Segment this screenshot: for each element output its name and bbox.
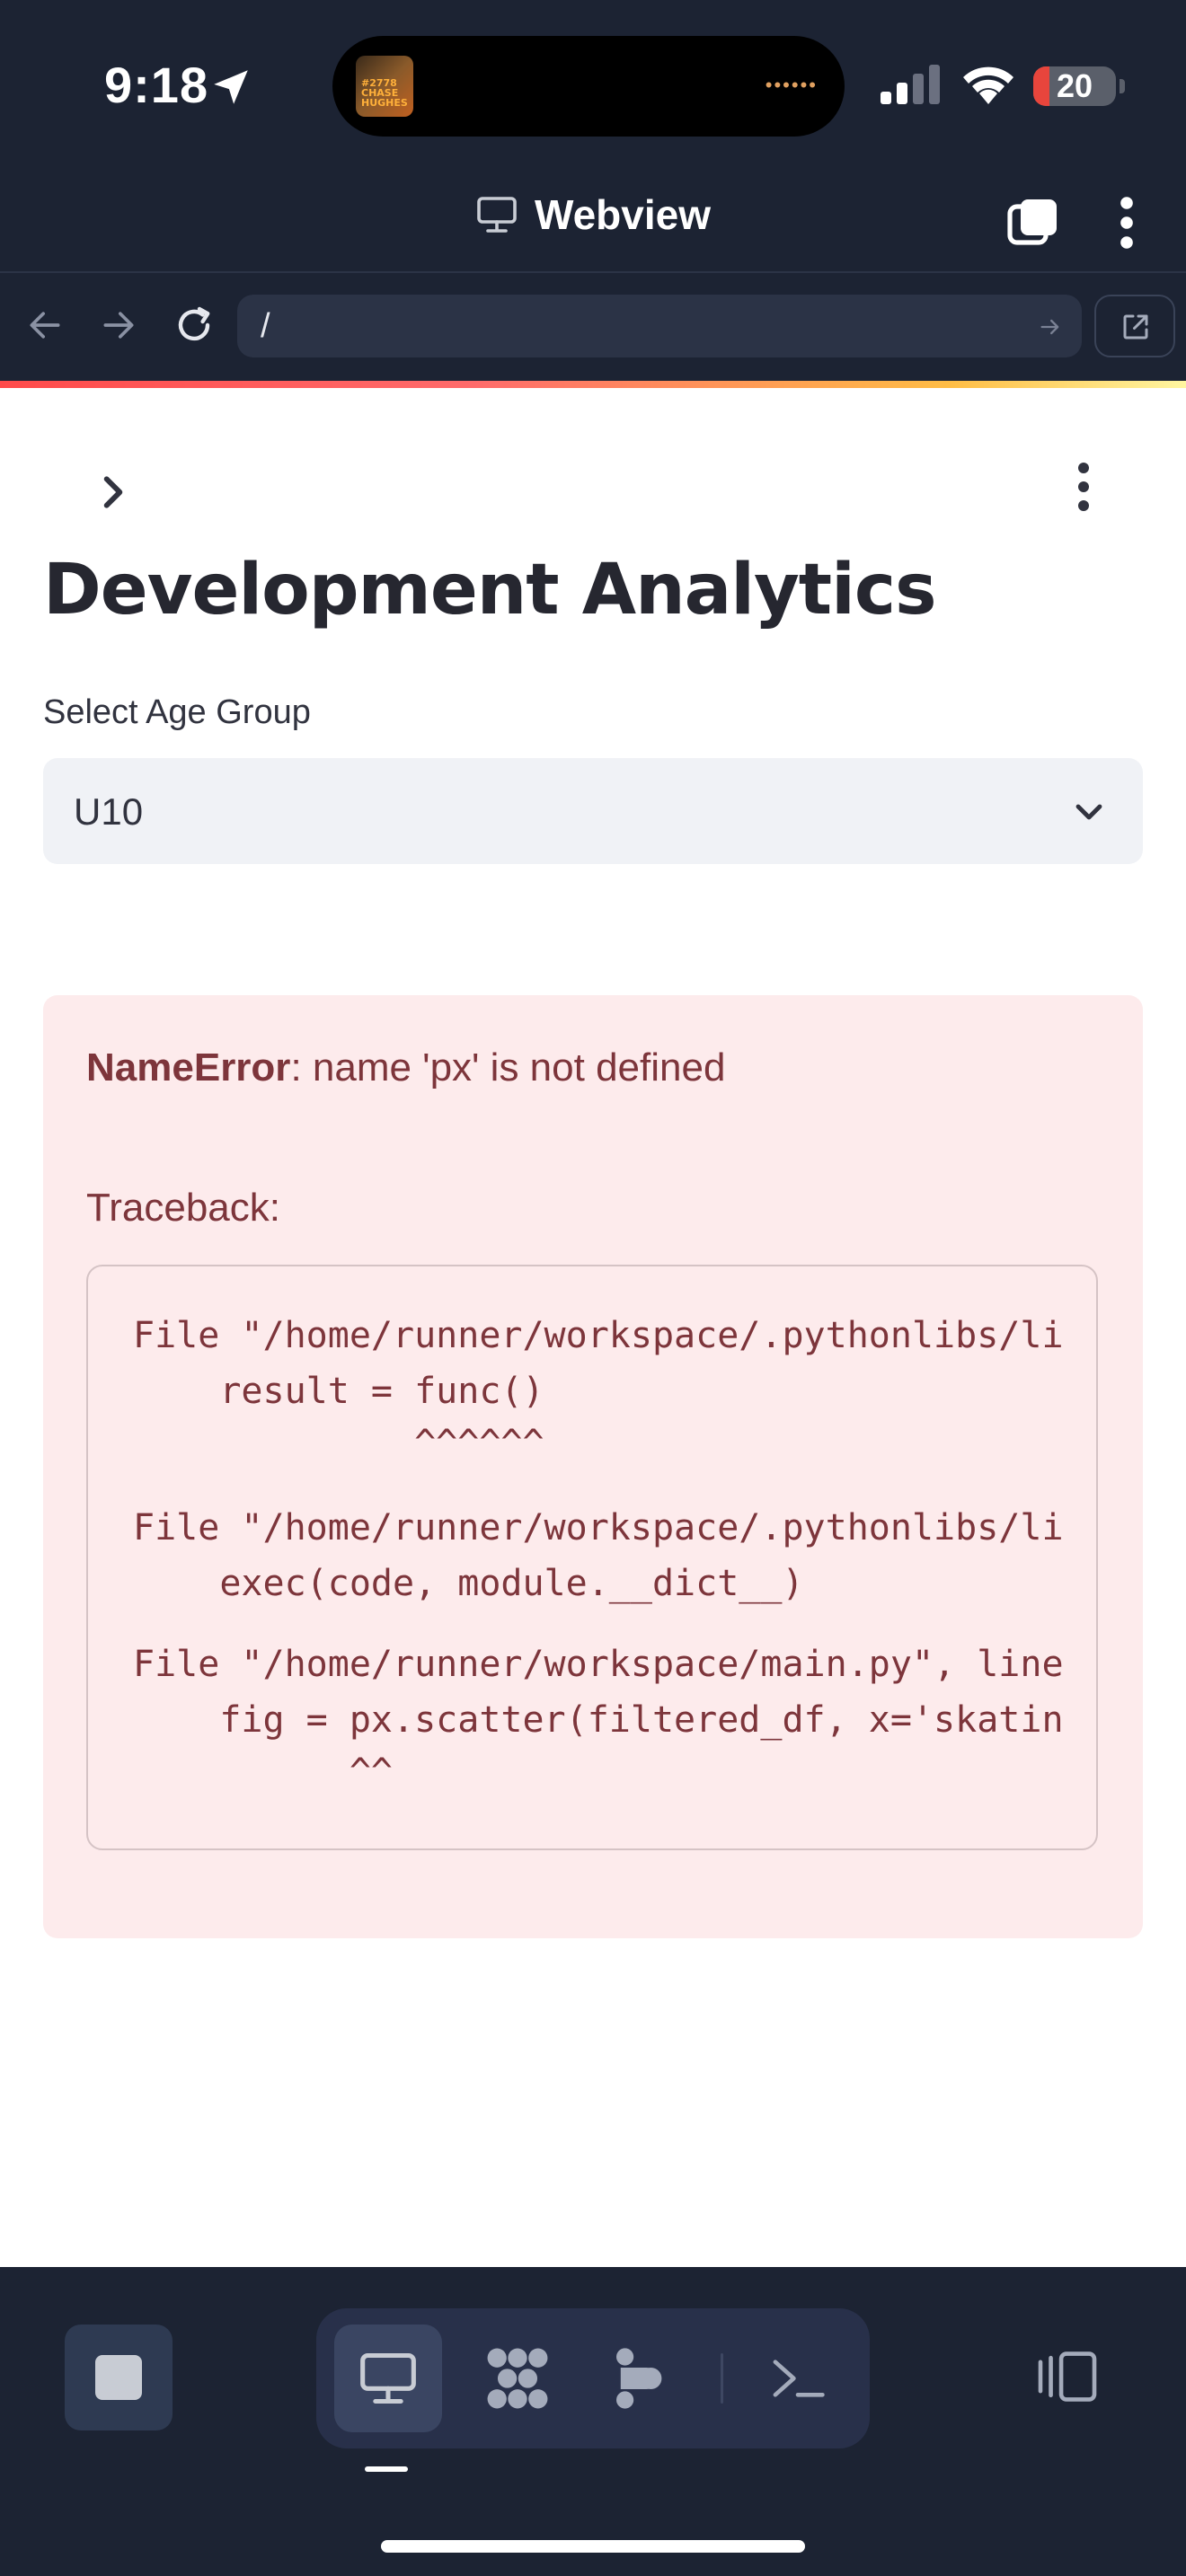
webview-content: Development Analytics Select Age Group U… (0, 388, 1186, 2267)
bottom-toolbar (0, 2267, 1186, 2576)
audio-activity-icon: •••••• (765, 74, 818, 96)
stop-button[interactable] (65, 2325, 173, 2430)
status-time: 9:18 (104, 57, 209, 113)
age-group-select[interactable]: U10 (43, 758, 1143, 864)
traceback-line: File "/home/runner/workspace/main.py", l… (133, 1644, 1064, 1685)
home-indicator (381, 2540, 805, 2553)
workflows-icon (487, 2348, 548, 2409)
open-external-button[interactable] (1094, 295, 1175, 357)
app-menu-icon[interactable] (1067, 460, 1100, 514)
workflows-tool-button[interactable] (464, 2325, 571, 2432)
battery-tip (1120, 79, 1125, 93)
error-text: : name 'px' is not defined (290, 1045, 726, 1090)
go-arrow-icon[interactable] (1037, 314, 1064, 340)
battery-level: 20 (1056, 67, 1093, 104)
webview-title: Webview (535, 191, 711, 238)
shell-tool-button[interactable] (744, 2325, 852, 2432)
traceback-code-block[interactable]: File "/home/runner/workspace/.pythonlibs… (86, 1265, 1098, 1850)
traceback-line: result = func() (133, 1371, 544, 1412)
terminal-icon (773, 2360, 825, 2397)
error-type: NameError (86, 1045, 291, 1090)
layout-toggle-icon[interactable] (1033, 2350, 1102, 2404)
webview-header: Webview (0, 171, 1186, 273)
location-arrow-icon (214, 70, 248, 104)
dynamic-island: #2778 CHASE HUGHES •••••• (332, 36, 845, 137)
app-accent-bar (0, 381, 1186, 388)
reload-icon[interactable] (173, 304, 216, 347)
monitor-icon (477, 197, 517, 233)
tabs-icon[interactable] (1005, 194, 1062, 251)
wifi-icon (963, 66, 1013, 104)
traceback-line: exec(code, module.__dict__) (133, 1563, 804, 1604)
monitor-icon (360, 2352, 416, 2404)
tool-separator (721, 2353, 723, 2404)
status-bar: 9:18 #2778 CHASE HUGHES •••••• 20 (0, 0, 1186, 171)
error-message: NameError: name 'px' is not defined (86, 1045, 725, 1090)
traceback-label: Traceback: (86, 1186, 281, 1230)
stop-icon (95, 2355, 142, 2400)
now-playing-artwork: #2778 CHASE HUGHES (356, 56, 413, 117)
age-group-selected-value: U10 (74, 790, 144, 833)
artwork-text: #2778 CHASE HUGHES (361, 77, 408, 109)
age-group-label: Select Age Group (43, 693, 311, 731)
open-external-icon (1123, 314, 1148, 340)
traceback-line: ^^ (133, 1751, 393, 1793)
url-input[interactable]: / (237, 295, 1082, 357)
back-arrow-icon[interactable] (25, 305, 65, 345)
cellular-signal-icon (881, 65, 940, 104)
active-tool-indicator (365, 2466, 408, 2472)
deploy-tool-button[interactable] (584, 2325, 692, 2432)
more-vertical-icon[interactable] (1112, 194, 1141, 251)
exception-box: NameError: name 'px' is not defined Trac… (43, 995, 1143, 1938)
battery-icon: 20 (1033, 66, 1116, 106)
chevron-right-icon[interactable] (93, 472, 133, 512)
webview-tool-button[interactable] (334, 2325, 442, 2432)
traceback-line: ^^^^^^ (133, 1423, 544, 1464)
traceback-line: File "/home/runner/workspace/.pythonlibs… (133, 1507, 1064, 1548)
deploy-icon (616, 2348, 662, 2409)
traceback-line: File "/home/runner/workspace/.pythonlibs… (133, 1315, 1064, 1356)
traceback-line: fig = px.scatter(filtered_df, x='skatin (133, 1699, 1064, 1741)
page-title: Development Analytics (43, 550, 936, 631)
chevron-down-icon (1075, 804, 1102, 820)
url-text: / (261, 307, 270, 345)
tool-switcher (316, 2308, 870, 2448)
url-bar: / (0, 273, 1186, 381)
forward-arrow-icon[interactable] (99, 305, 138, 345)
